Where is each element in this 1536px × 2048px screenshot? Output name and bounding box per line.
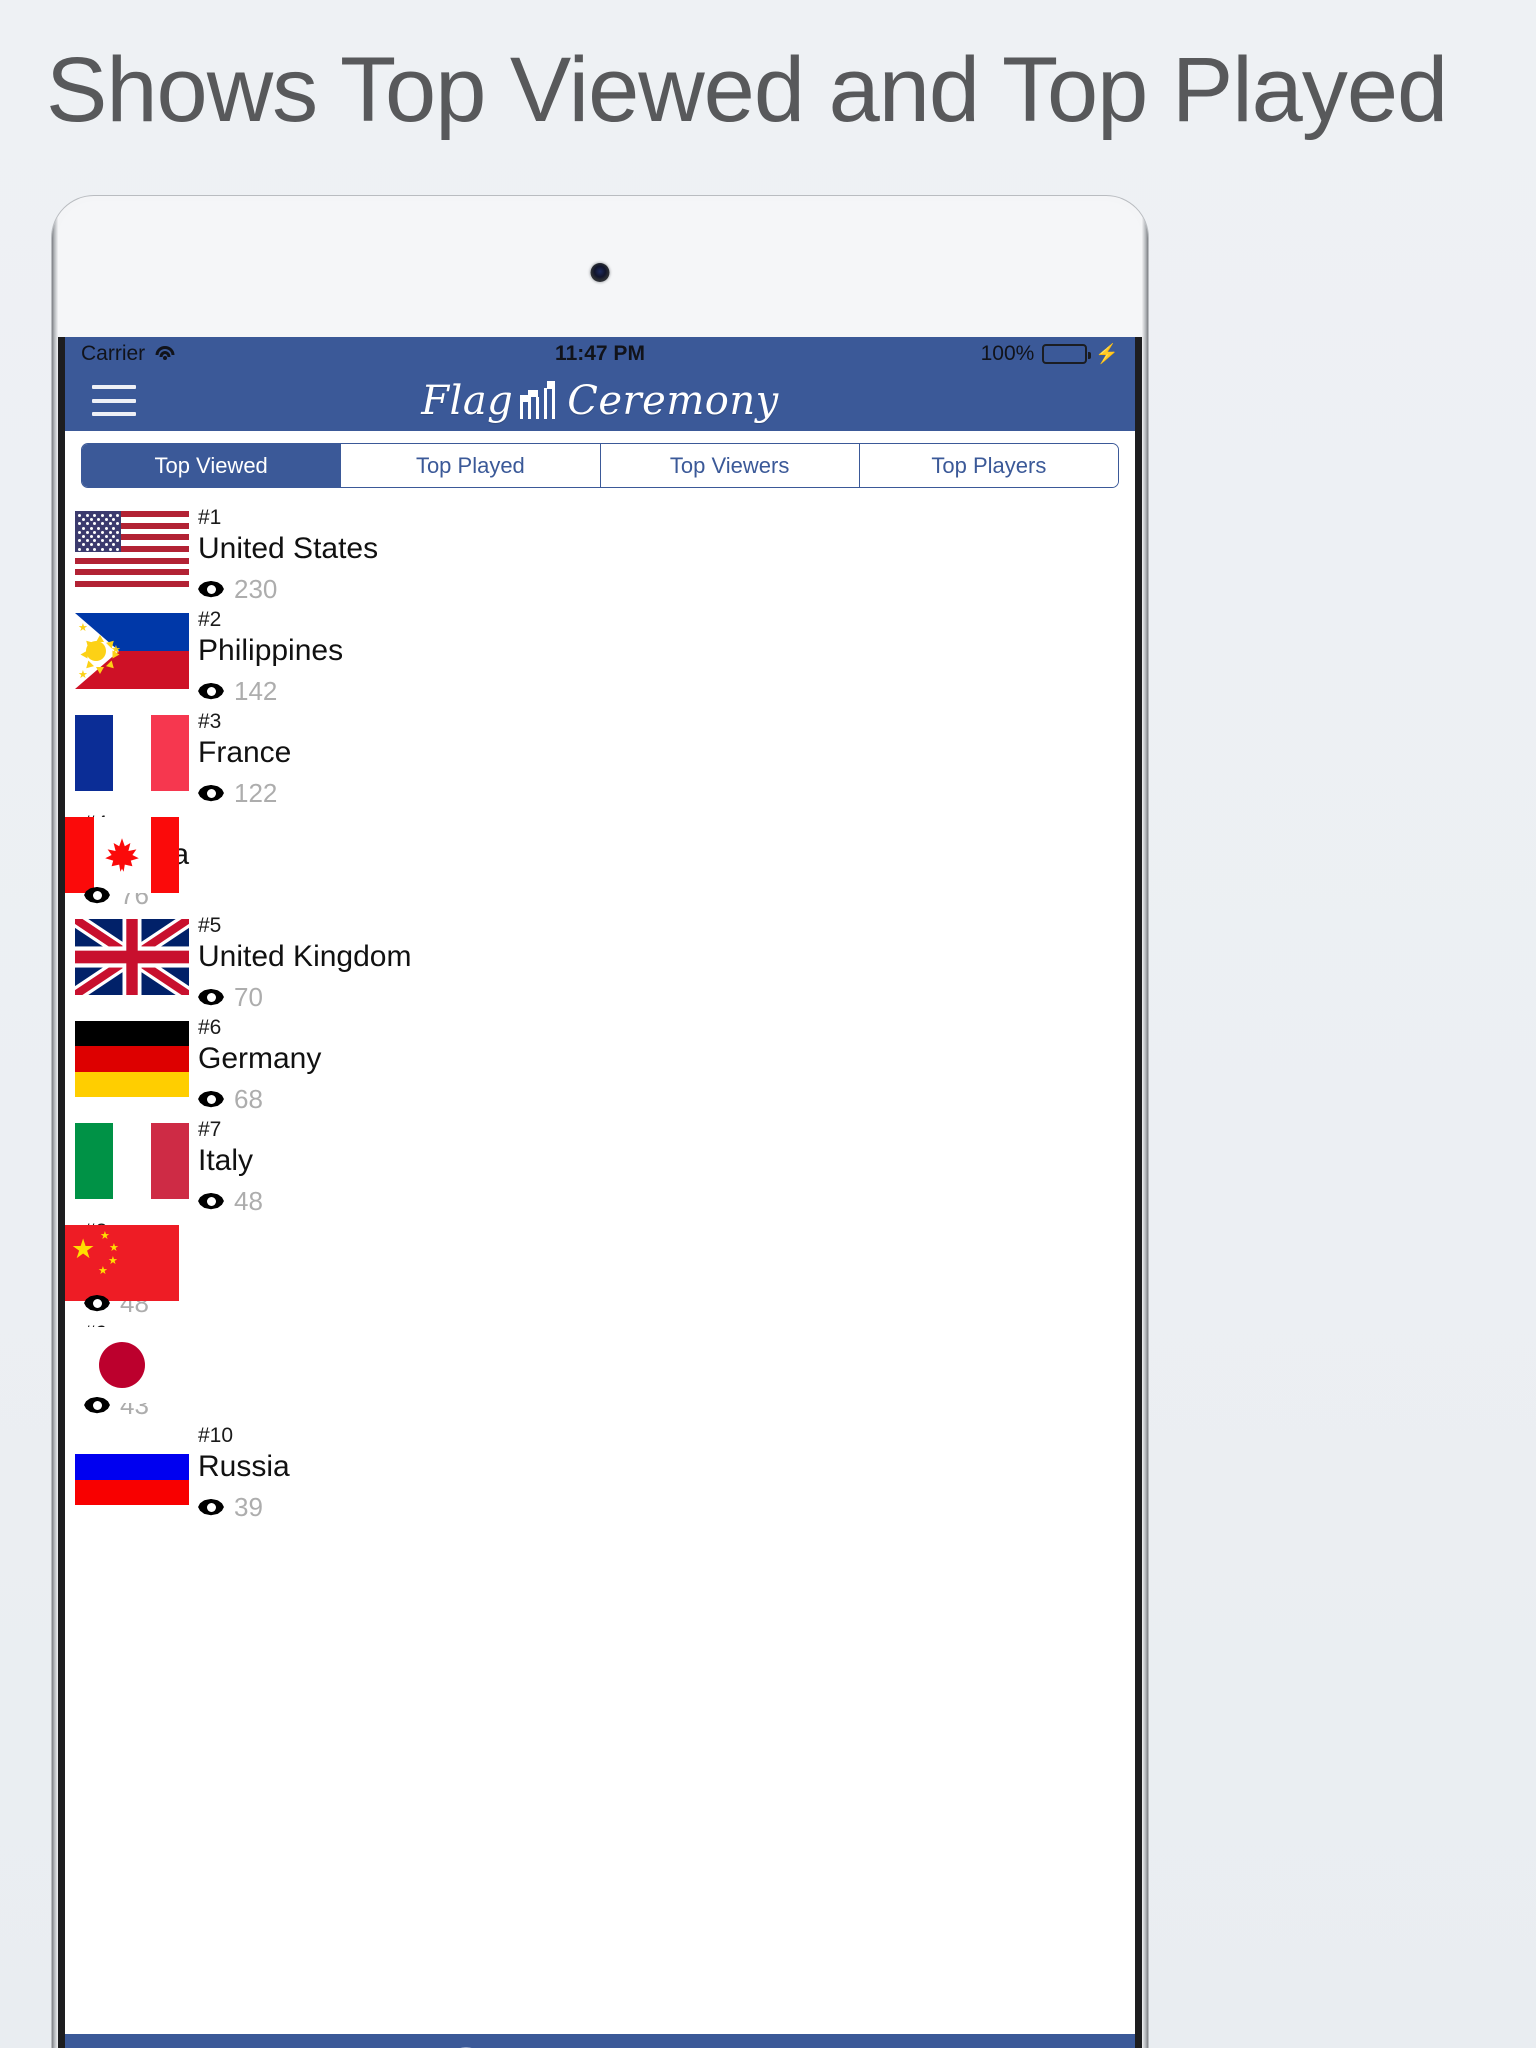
rank-label: #5 (198, 914, 222, 937)
table-row[interactable]: #7 Italy 48 (65, 1110, 1135, 1216)
eye-icon (198, 581, 224, 598)
carrier-label: Carrier (81, 341, 146, 365)
table-row[interactable]: #10 Russia 39 (65, 1416, 1135, 1522)
flags-row-icon (517, 380, 563, 421)
rank-label: #6 (198, 1016, 222, 1039)
eye-icon (198, 1091, 224, 1108)
status-time: 11:47 PM (555, 341, 645, 365)
table-row[interactable]: #9 Japan 43 (65, 1314, 1135, 1420)
flag-icon-russia (75, 1429, 189, 1505)
eye-icon (198, 785, 224, 802)
flag-icon-france (75, 715, 189, 791)
battery-full-icon (1042, 343, 1092, 364)
tab-top-players[interactable]: Top Players (859, 444, 1118, 487)
front-camera (590, 263, 610, 282)
country-label: Philippines (198, 634, 344, 668)
app-screen: Carrier 11:47 PM 100% ⚡ Flag Ceremony To… (58, 337, 1142, 2048)
table-row[interactable]: #5 United Kingdom 70 (65, 906, 1135, 1012)
rank-label: #7 (198, 1118, 222, 1141)
rank-label: #1 (198, 506, 222, 529)
rank-label: #10 (198, 1424, 234, 1447)
hamburger-menu-icon[interactable] (92, 385, 136, 416)
rank-label: #2 (198, 608, 222, 631)
table-row[interactable]: #1 United States 230 (65, 498, 1135, 604)
eye-icon (198, 1193, 224, 1210)
tab-top-viewers[interactable]: Top Viewers (600, 444, 860, 487)
tablet-body: Carrier 11:47 PM 100% ⚡ Flag Ceremony To… (58, 201, 1142, 2048)
flag-icon-germany (75, 1021, 189, 1097)
row-info: #6 Germany 68 (198, 1008, 321, 1115)
maple-leaf-icon (105, 838, 139, 872)
eye-icon (198, 989, 224, 1006)
eye-icon (84, 1295, 110, 1312)
country-label: Russia (198, 1450, 290, 1484)
eye-icon (198, 1499, 224, 1516)
segmented-control-wrap: Top Viewed Top Played Top Viewers Top Pl… (65, 431, 1135, 498)
table-row[interactable]: #3 France 122 (65, 702, 1135, 808)
segmented-control[interactable]: Top Viewed Top Played Top Viewers Top Pl… (81, 443, 1119, 488)
wifi-icon (154, 345, 175, 362)
status-right: 100% ⚡ (981, 342, 1119, 366)
app-brand-logo: Flag Ceremony (65, 378, 1135, 424)
flag-icon-japan (65, 1327, 179, 1403)
country-label: France (198, 736, 292, 770)
row-info: #7 Italy 48 (198, 1110, 263, 1217)
row-info: #5 United Kingdom 70 (198, 906, 411, 1013)
status-left: Carrier (81, 342, 175, 366)
tablet-device-frame: Carrier 11:47 PM 100% ⚡ Flag Ceremony To… (52, 196, 1148, 2048)
table-row[interactable]: #6 Germany 68 (65, 1008, 1135, 1114)
bezel-right-edge (1142, 196, 1148, 2048)
flag-icon-united-states (75, 511, 189, 587)
rank-label: #3 (198, 710, 222, 733)
eye-icon (84, 1397, 110, 1414)
view-metric: 39 (198, 1492, 290, 1523)
country-label: United States (198, 532, 379, 566)
battery-percent-label: 100% (980, 341, 1035, 365)
ranking-list: #1 United States 230 ★ ★ ★ #2 Philippine… (65, 498, 1135, 1522)
app-navigation-bar: Flag Ceremony (65, 370, 1135, 431)
flag-icon-canada (65, 817, 179, 893)
brand-first-word: Flag (421, 377, 514, 424)
tab-top-played[interactable]: Top Played (341, 444, 601, 487)
brand-second-word: Ceremony (567, 377, 779, 424)
view-count: 39 (234, 1491, 263, 1522)
table-row[interactable]: ★ ★ ★ #2 Philippines 142 (65, 600, 1135, 706)
flag-icon-china: ★ ★ ★ ★ ★ (65, 1225, 179, 1301)
eye-icon (84, 887, 110, 904)
country-label: United Kingdom (198, 940, 412, 974)
flag-icon-italy (75, 1123, 189, 1199)
row-info: #1 United States 230 (198, 498, 378, 605)
promo-page: Shows Top Viewed and Top Played Carrier … (0, 0, 1536, 2048)
page-title: Shows Top Viewed and Top Played (46, 39, 1448, 141)
eye-icon (198, 683, 224, 700)
flag-icon-philippines: ★ ★ ★ (75, 613, 189, 689)
row-info: #10 Russia 39 (198, 1416, 290, 1523)
lightning-bolt-icon: ⚡ (1095, 343, 1119, 365)
status-bar: Carrier 11:47 PM 100% ⚡ (65, 337, 1135, 370)
table-row[interactable]: #4 Canada 76 (65, 804, 1135, 910)
country-label: Italy (198, 1144, 254, 1178)
country-label: Germany (198, 1042, 322, 1076)
bottom-tab-bar[interactable] (65, 2034, 1135, 2048)
row-info: #3 France 122 (198, 702, 291, 809)
flag-icon-united-kingdom (75, 919, 189, 995)
row-info: #2 Philippines 142 (198, 600, 343, 707)
table-row[interactable]: ★ ★ ★ ★ ★ #8 China 48 (65, 1212, 1135, 1318)
tab-top-viewed[interactable]: Top Viewed (82, 444, 342, 487)
